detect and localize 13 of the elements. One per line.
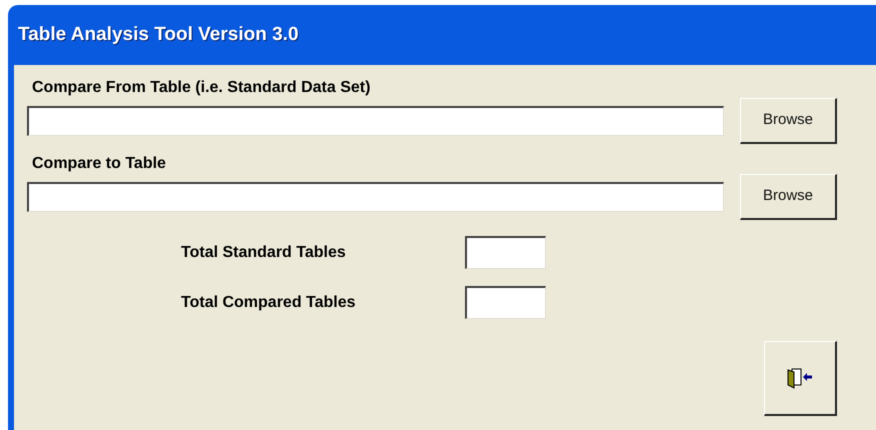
total-field[interactable] — [465, 286, 546, 319]
window-title: Table Analysis Tool Version 3.0 — [18, 22, 299, 47]
total-field[interactable] — [465, 236, 546, 269]
table-path-field[interactable] — [27, 182, 724, 212]
field-label: Compare to Table — [32, 154, 167, 174]
total-label: Total Standard Tables — [181, 242, 347, 262]
total-label: Total Compared Tables — [181, 292, 357, 312]
exit-button[interactable] — [764, 341, 837, 416]
field-label: Compare From Table (i.e. Standard Data Set) — [32, 78, 372, 98]
browse-button[interactable]: Browse — [740, 174, 837, 220]
exit-door-icon — [787, 367, 813, 389]
browse-button[interactable]: Browse — [740, 98, 837, 144]
table-path-field[interactable] — [27, 106, 724, 136]
